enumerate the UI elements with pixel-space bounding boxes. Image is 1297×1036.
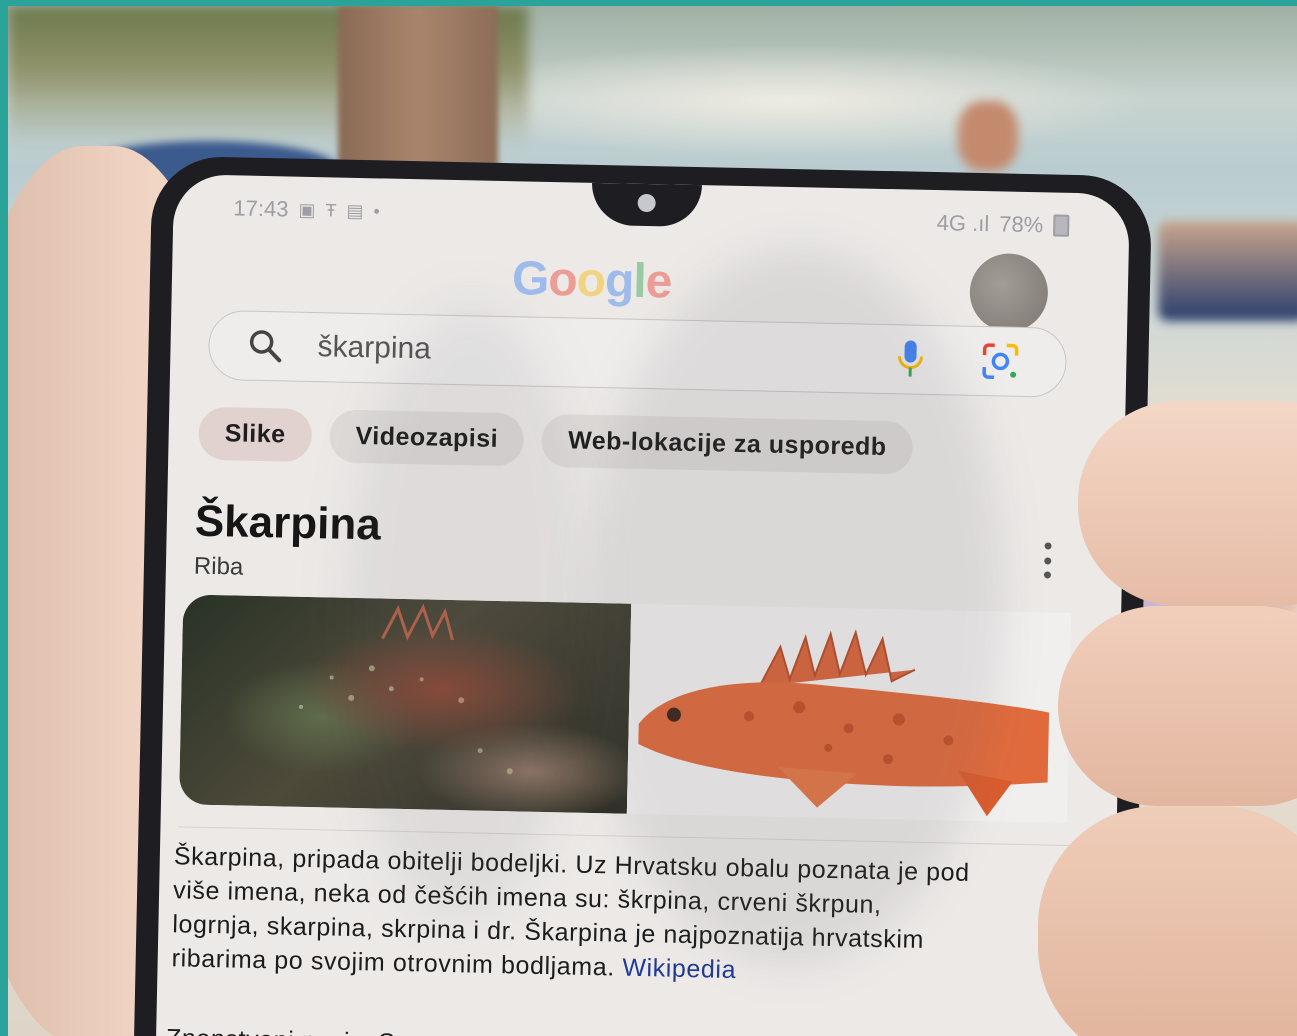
finger xyxy=(1038,806,1297,1036)
background-tree-trunk xyxy=(338,6,498,181)
chip-compare-sites[interactable]: Web-lokacije za usporedb xyxy=(541,413,914,475)
knowledge-panel-subtitle: Riba xyxy=(193,552,244,581)
status-left: 17:43 ▣ Ŧ ▤ • xyxy=(233,195,380,224)
logo-letter: l xyxy=(632,254,647,308)
logo-letter: g xyxy=(604,254,634,308)
chip-images[interactable]: Slike xyxy=(198,406,313,463)
background-swimmer xyxy=(958,101,1018,171)
description-text: Škarpina, pripada obitelji bodeljki. Uz … xyxy=(171,842,971,982)
font-notification-icon: Ŧ xyxy=(325,199,337,220)
finger xyxy=(1078,401,1297,606)
fish-photo-illustration[interactable] xyxy=(626,603,1072,823)
status-right: 4G .ıl 78% xyxy=(936,210,1070,239)
finger xyxy=(1058,606,1297,806)
search-filter-chips: Slike Videozapisi Web-lokacije za uspore… xyxy=(198,406,914,475)
chip-videos[interactable]: Videozapisi xyxy=(329,409,525,467)
dot-icon: • xyxy=(373,200,381,221)
background-photo: 17:43 ▣ Ŧ ▤ • 4G .ıl 78% Google škarpina… xyxy=(8,6,1297,1036)
calendar-notification-icon: ▤ xyxy=(346,200,364,221)
gallery-notification-icon: ▣ xyxy=(298,199,316,220)
search-input[interactable]: škarpina xyxy=(317,330,886,376)
signal-indicator: 4G .ıl xyxy=(936,210,990,237)
logo-letter: e xyxy=(645,254,672,309)
search-icon[interactable] xyxy=(247,328,304,365)
phone-device: 17:43 ▣ Ŧ ▤ • 4G .ıl 78% Google škarpina… xyxy=(133,155,1153,1036)
google-lens-icon[interactable] xyxy=(975,336,1026,387)
logo-letter: o xyxy=(547,252,578,307)
more-vert-icon[interactable] xyxy=(1042,542,1053,579)
fish-photo-underwater[interactable] xyxy=(178,594,632,814)
search-bar[interactable]: škarpina xyxy=(207,309,1068,398)
knowledge-panel-title: Škarpina xyxy=(194,496,382,550)
logo-letter: G xyxy=(511,252,549,306)
phone-screen: 17:43 ▣ Ŧ ▤ • 4G .ıl 78% Google škarpina… xyxy=(155,174,1130,1036)
background-towel xyxy=(1158,221,1297,321)
account-avatar[interactable] xyxy=(969,252,1049,333)
status-time: 17:43 xyxy=(233,195,289,222)
scientific-name: Znanstveni naziv: Scorpaena xyxy=(166,1024,505,1036)
battery-icon xyxy=(1053,214,1070,237)
logo-letter: o xyxy=(576,253,606,308)
google-logo[interactable]: Google xyxy=(511,251,671,309)
knowledge-panel-description: Škarpina, pripada obitelji bodeljki. Uz … xyxy=(171,839,974,992)
microphone-icon[interactable] xyxy=(885,334,936,385)
battery-percent: 78% xyxy=(998,211,1044,238)
wikipedia-link[interactable]: Wikipedia xyxy=(622,954,736,984)
